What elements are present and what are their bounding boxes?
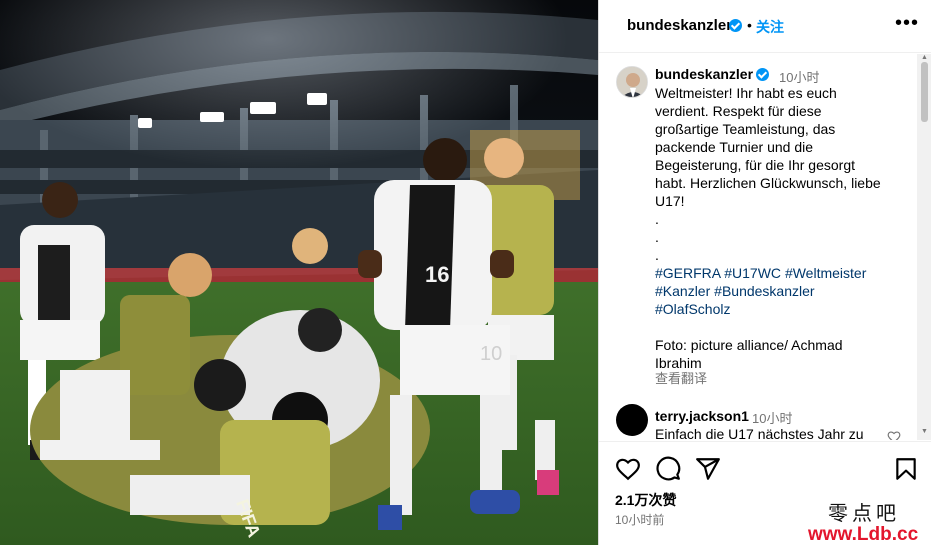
comments-scroll-area[interactable]: bundeskanzler 10小时 Weltmeister! Ihr habt…	[599, 54, 917, 440]
caption-line: Begeisterung, für die Ihr gesorgt	[655, 157, 856, 173]
watermark-cn: 零点吧	[828, 501, 900, 525]
share-icon[interactable]	[695, 456, 721, 482]
watermark-url: www.Ldb.cc	[808, 524, 919, 545]
follow-button[interactable]: 关注	[756, 17, 784, 37]
post-date[interactable]: 10小时前	[615, 511, 664, 528]
caption-line: packende Turnier und die	[655, 139, 813, 155]
separator-dot: •	[747, 17, 752, 33]
verified-badge-icon	[729, 19, 742, 32]
comment-username[interactable]: terry.jackson1	[655, 408, 749, 424]
hashtag-link[interactable]: #Weltmeister	[785, 265, 866, 281]
caption-line: verdient. Respekt für diese	[655, 103, 822, 119]
verified-badge-icon	[756, 68, 769, 81]
caption-line: .	[655, 247, 659, 263]
scroll-down-arrow-icon[interactable]: ▼	[921, 428, 928, 435]
hashtag-link[interactable]: #U17WC	[724, 265, 781, 281]
like-count[interactable]: 2.1万次赞	[615, 490, 676, 510]
comment-like-heart-icon[interactable]	[887, 430, 901, 440]
post-photo[interactable]: 16 10 FIFA	[0, 0, 598, 545]
comment-icon[interactable]	[655, 456, 681, 482]
caption-line: .	[655, 211, 659, 227]
comment-avatar[interactable]	[616, 404, 648, 436]
hashtags: #GERFRA #U17WC #Weltmeister #Kanzler #Bu…	[655, 264, 905, 318]
scroll-up-arrow-icon[interactable]: ▲	[921, 54, 928, 61]
caption-avatar[interactable]	[616, 66, 648, 98]
caption-line: .	[655, 229, 659, 245]
comment-timestamp[interactable]: 10小时	[752, 408, 792, 427]
celebration-photo: 16 10 FIFA	[0, 0, 598, 545]
jersey-number-16: 16	[425, 262, 449, 287]
comments-scrollbar[interactable]: ▲ ▼	[917, 54, 931, 440]
more-options-icon[interactable]: •••	[895, 12, 919, 35]
scrollbar-thumb[interactable]	[921, 62, 928, 122]
caption-line: großartige Teamleistung, das	[655, 121, 836, 137]
heart-icon[interactable]	[615, 456, 641, 482]
caption-line: Weltmeister! Ihr habt es euch	[655, 85, 837, 101]
post-sidebar: bundeskanzler • 关注 ••• bundeskanzler 10小…	[598, 0, 931, 545]
post-header: bundeskanzler • 关注 •••	[599, 0, 931, 53]
credit-line: Foto: picture alliance/ Achmad	[655, 337, 843, 353]
caption-line: U17!	[655, 193, 685, 209]
caption-username[interactable]: bundeskanzler	[655, 66, 753, 82]
comment-text: Einfach die U17 nächstes Jahr zu	[655, 426, 864, 440]
jersey-number-10: 10	[480, 343, 502, 365]
photo-credit: Foto: picture alliance/ Achmad Ibrahim	[655, 336, 905, 372]
see-translation-link[interactable]: 查看翻译	[655, 368, 707, 387]
hashtag-link[interactable]: #Bundeskanzler	[714, 283, 814, 299]
header-username[interactable]: bundeskanzler	[627, 17, 732, 34]
hashtag-link[interactable]: #OlafScholz	[655, 301, 730, 317]
caption-text: Weltmeister! Ihr habt es euch verdient. …	[655, 84, 905, 264]
bookmark-icon[interactable]	[893, 456, 919, 482]
hashtag-link[interactable]: #Kanzler	[655, 283, 710, 299]
hashtag-link[interactable]: #GERFRA	[655, 265, 720, 281]
caption-line: habt. Herzlichen Glückwunsch, liebe	[655, 175, 881, 191]
